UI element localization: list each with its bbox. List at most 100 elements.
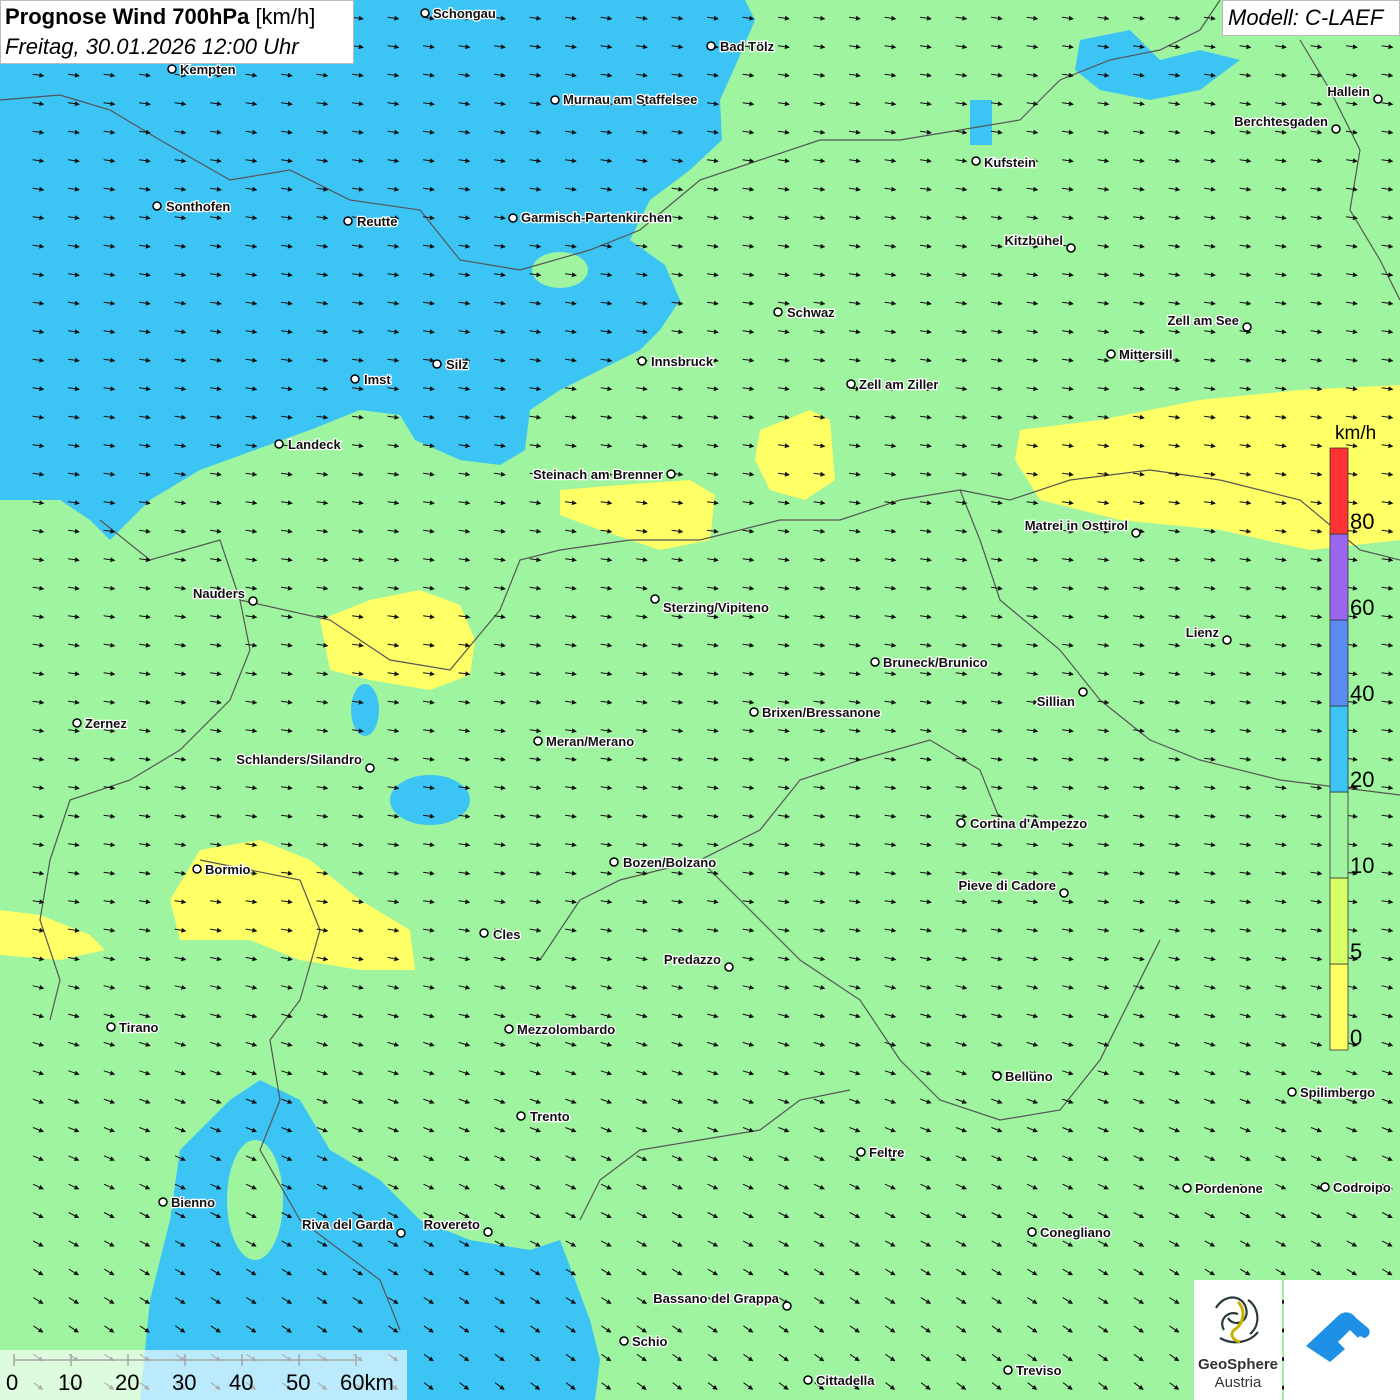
city-label: Sonthofen <box>166 199 230 214</box>
city-label: Schongau <box>433 6 496 21</box>
strong-wind-patch-mid <box>390 775 470 825</box>
city-marker <box>1131 528 1141 538</box>
title-main: Prognose Wind 700hPa <box>5 4 250 29</box>
legend-tick: 10 <box>1350 853 1375 878</box>
geosphere-emblem-icon <box>1215 1296 1259 1344</box>
city-marker <box>432 359 442 369</box>
title-box: Prognose Wind 700hPa [km/h] Freitag, 30.… <box>0 0 354 64</box>
strong-wind-patch-west <box>351 684 379 736</box>
city-label: Schlanders/Silandro <box>236 752 362 767</box>
city-label: Kempten <box>180 62 236 77</box>
geosphere-name: GeoSphere <box>1197 1356 1279 1373</box>
legend-tick: 20 <box>1350 767 1375 792</box>
city-label: Lienz <box>1186 625 1220 640</box>
city-marker <box>479 928 489 938</box>
city-label: Zernez <box>85 716 127 731</box>
city-marker <box>619 1336 629 1346</box>
city-label: Rovereto <box>424 1217 480 1232</box>
legend-band <box>1329 877 1349 965</box>
city-marker <box>1320 1182 1330 1192</box>
city-label: Silz <box>446 357 469 372</box>
city-label: Predazzo <box>664 952 721 967</box>
city-marker <box>650 594 660 604</box>
geosphere-subtitle: Austria <box>1214 1374 1262 1391</box>
city-marker <box>749 707 759 717</box>
city-marker <box>1373 94 1383 104</box>
scale-label: 10 <box>58 1370 83 1395</box>
city-label: Riva del Garda <box>302 1217 394 1232</box>
city-marker <box>1182 1183 1192 1193</box>
city-label: Feltre <box>869 1145 904 1160</box>
city-label: Pordenone <box>1195 1181 1263 1196</box>
model-box: Modell: C-LAEF <box>1222 0 1400 36</box>
city-marker <box>350 374 360 384</box>
city-marker <box>192 864 202 874</box>
city-label: Brixen/Bressanone <box>762 705 881 720</box>
city-label: Kufstein <box>984 155 1036 170</box>
city-label: Bassano del Grappa <box>653 1291 779 1306</box>
city-label: Mezzolombardo <box>517 1022 615 1037</box>
scale-label: 20 <box>115 1370 140 1395</box>
app-logo-icon <box>1306 1312 1370 1362</box>
city-marker <box>992 1071 1002 1081</box>
city-marker <box>72 718 82 728</box>
city-marker <box>550 95 560 105</box>
city-marker <box>1059 888 1069 898</box>
city-label: Imst <box>364 372 391 387</box>
city-label: Spilimbergo <box>1300 1085 1375 1100</box>
city-marker <box>533 736 543 746</box>
city-label: Meran/Merano <box>546 734 634 749</box>
city-marker <box>248 596 258 606</box>
city-marker <box>956 818 966 828</box>
city-label: Matrei in Osttirol <box>1025 518 1128 533</box>
city-marker <box>846 379 856 389</box>
city-label: Cortina d'Ampezzo <box>970 816 1087 831</box>
city-label: Nauders <box>193 586 245 601</box>
city-marker <box>870 657 880 667</box>
scale-label: 30 <box>172 1370 197 1395</box>
city-label: Schwaz <box>787 305 835 320</box>
city-label: Reutte <box>357 214 397 229</box>
city-marker <box>1222 635 1232 645</box>
scale-label: 40 <box>229 1370 254 1395</box>
city-marker <box>1078 687 1088 697</box>
city-label: Sterzing/Vipiteno <box>663 600 769 615</box>
forecast-datetime: Freitag, 30.01.2026 12:00 Uhr <box>5 34 299 59</box>
map-title: Prognose Wind 700hPa [km/h] <box>5 4 315 30</box>
city-marker <box>483 1227 493 1237</box>
title-unit: [km/h] <box>255 4 316 29</box>
city-label: Murnau am Staffelsee <box>563 92 697 107</box>
legend-tick: 40 <box>1350 681 1375 706</box>
city-marker <box>420 8 430 18</box>
city-marker <box>508 213 518 223</box>
calm-patch-south <box>227 1140 283 1260</box>
city-label: Conegliano <box>1040 1225 1111 1240</box>
city-marker <box>724 962 734 972</box>
city-marker <box>504 1024 514 1034</box>
legend-tick: 80 <box>1350 509 1375 534</box>
city-label: Bruneck/Brunico <box>883 655 988 670</box>
legend-colorbar <box>1329 447 1349 1051</box>
city-label: Steinach am Brenner <box>533 467 663 482</box>
city-label: Bozen/Bolzano <box>623 855 716 870</box>
legend-band <box>1329 791 1349 879</box>
city-marker <box>1331 124 1341 134</box>
city-marker <box>803 1375 813 1385</box>
city-label: Zell am See <box>1167 313 1239 328</box>
city-label: Pieve di Cadore <box>958 878 1056 893</box>
city-label: Trento <box>530 1109 570 1124</box>
legend-tick: 60 <box>1350 595 1375 620</box>
city-label: Codroipo <box>1333 1180 1391 1195</box>
scale-label: 50 <box>286 1370 311 1395</box>
city-label: Bormio <box>205 862 251 877</box>
city-marker <box>106 1022 116 1032</box>
scale-label: 60km <box>340 1370 394 1395</box>
city-marker <box>365 763 375 773</box>
legend-band <box>1329 619 1349 707</box>
calm-patch-north <box>532 252 588 288</box>
city-marker <box>1003 1365 1013 1375</box>
city-label: Landeck <box>288 437 342 452</box>
legend-band <box>1329 963 1349 1051</box>
city-label: Zell am Ziller <box>859 377 938 392</box>
city-marker <box>516 1111 526 1121</box>
